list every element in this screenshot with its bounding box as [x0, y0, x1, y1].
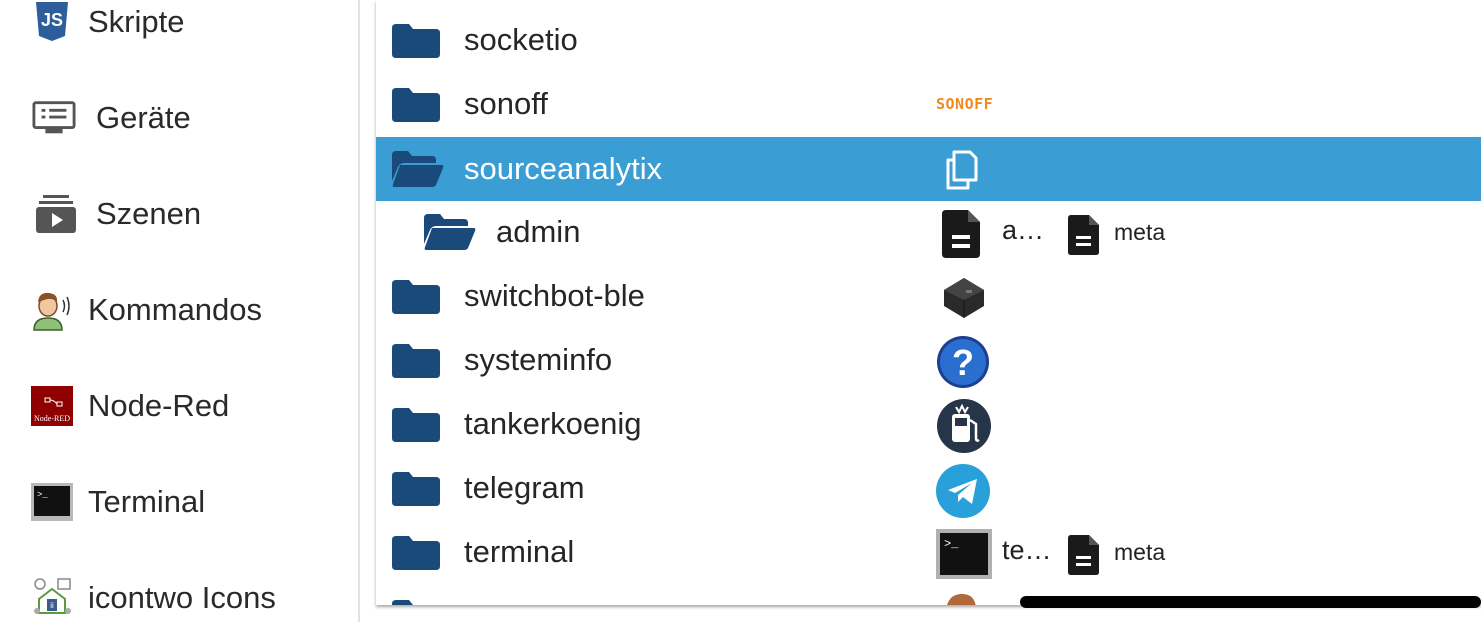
- folder-icon: [392, 408, 440, 442]
- folder-icon: [392, 344, 440, 378]
- tree-row-sonoff[interactable]: sonoff SONOFF: [376, 72, 1481, 136]
- tree-row-admin[interactable]: admin a… meta: [376, 200, 1481, 264]
- file-name[interactable]: a…: [1002, 215, 1044, 246]
- file-name[interactable]: meta: [1114, 219, 1165, 246]
- folder-icon: [392, 472, 440, 506]
- tree-row-terminal[interactable]: terminal >_ te… meta: [376, 520, 1481, 584]
- tree-row-tankerkoenig[interactable]: tankerkoenig: [376, 392, 1481, 456]
- sidebar-item-szenen[interactable]: Szenen: [0, 184, 356, 244]
- sidebar-item-label: Geräte: [96, 100, 191, 135]
- sidebar-item-label: Skripte: [88, 4, 185, 39]
- question-icon: ?: [937, 336, 989, 388]
- file-icon[interactable]: [1068, 215, 1100, 255]
- folder-icon: [392, 24, 440, 58]
- sidebar-item-label: Node-Red: [88, 388, 230, 423]
- folder-name: tankerkoenig: [464, 406, 642, 441]
- folder-icon: [392, 280, 440, 314]
- sidebar-item-skripte[interactable]: JS Skripte: [0, 0, 356, 52]
- folder-name: sonoff: [464, 86, 548, 121]
- file-name[interactable]: meta: [1114, 539, 1165, 566]
- folder-name: admin: [496, 214, 581, 249]
- sidebar-item-node-red[interactable]: Node-RED Node-Red: [0, 376, 356, 436]
- sidebar-item-kommandos[interactable]: Kommandos: [0, 280, 356, 340]
- sidebar: JS Skripte Geräte Szenen Kommandos Node-…: [0, 0, 360, 622]
- file-name[interactable]: te…: [1002, 535, 1052, 566]
- tree-row-switchbot-ble[interactable]: switchbot-ble: [376, 264, 1481, 328]
- commands-icon: [30, 288, 74, 332]
- folder-open-icon: [392, 151, 444, 187]
- terminal-icon[interactable]: >_: [936, 529, 992, 579]
- svg-text:>_: >_: [37, 490, 48, 500]
- sidebar-item-geraete[interactable]: Geräte: [0, 88, 356, 148]
- folder-icon: [392, 88, 440, 122]
- folder-name: terminal: [464, 534, 575, 569]
- svg-text:>_: >_: [944, 537, 959, 551]
- adapter-icon: [947, 594, 976, 605]
- horizontal-scrollbar[interactable]: [1020, 596, 1481, 608]
- scenes-icon: [34, 192, 78, 236]
- telegram-icon: [936, 464, 990, 518]
- sidebar-item-label: Terminal: [88, 484, 206, 519]
- file-tree-panel: socketio sonoff SONOFF sourceanalytix ad…: [376, 0, 1481, 605]
- folder-name: sourceanalytix: [464, 151, 663, 186]
- svg-text:Node-RED: Node-RED: [34, 414, 70, 423]
- sidebar-item-label: icontwo Icons: [88, 580, 276, 615]
- folder-icon: [392, 536, 440, 570]
- file-icon[interactable]: [942, 210, 982, 258]
- folder-name: systeminfo: [464, 342, 613, 377]
- icontwo-icon: ii: [30, 576, 74, 620]
- tree-row-sourceanalytix[interactable]: sourceanalytix: [376, 137, 1481, 201]
- folder-icon: [392, 600, 436, 605]
- switchbot-device-icon: [944, 278, 984, 318]
- sidebar-item-label: Kommandos: [88, 292, 263, 327]
- folder-name: telegram: [464, 470, 585, 505]
- file-icon[interactable]: [1068, 535, 1100, 575]
- js-icon: JS: [30, 0, 74, 44]
- fuel-pump-icon: [937, 399, 991, 453]
- copy-icon[interactable]: [942, 148, 986, 192]
- devices-icon: [32, 96, 76, 140]
- sidebar-item-terminal[interactable]: >_ Terminal: [0, 472, 356, 532]
- sidebar-item-icontwo[interactable]: ii icontwo Icons: [0, 568, 356, 628]
- folder-name: socketio: [464, 22, 578, 57]
- sonoff-logo-icon: SONOFF: [936, 95, 994, 113]
- folder-open-icon: [424, 214, 476, 250]
- svg-text:JS: JS: [41, 10, 63, 30]
- svg-text:ii: ii: [50, 601, 54, 610]
- folder-name: switchbot-ble: [464, 278, 645, 313]
- node-red-icon: Node-RED: [30, 384, 74, 428]
- tree-row-systeminfo[interactable]: systeminfo ?: [376, 328, 1481, 392]
- terminal-icon: >_: [30, 480, 74, 524]
- tree-row-socketio[interactable]: socketio: [376, 8, 1481, 72]
- tree-row-telegram[interactable]: telegram: [376, 456, 1481, 520]
- svg-text:?: ?: [952, 342, 974, 383]
- sidebar-item-label: Szenen: [96, 196, 202, 231]
